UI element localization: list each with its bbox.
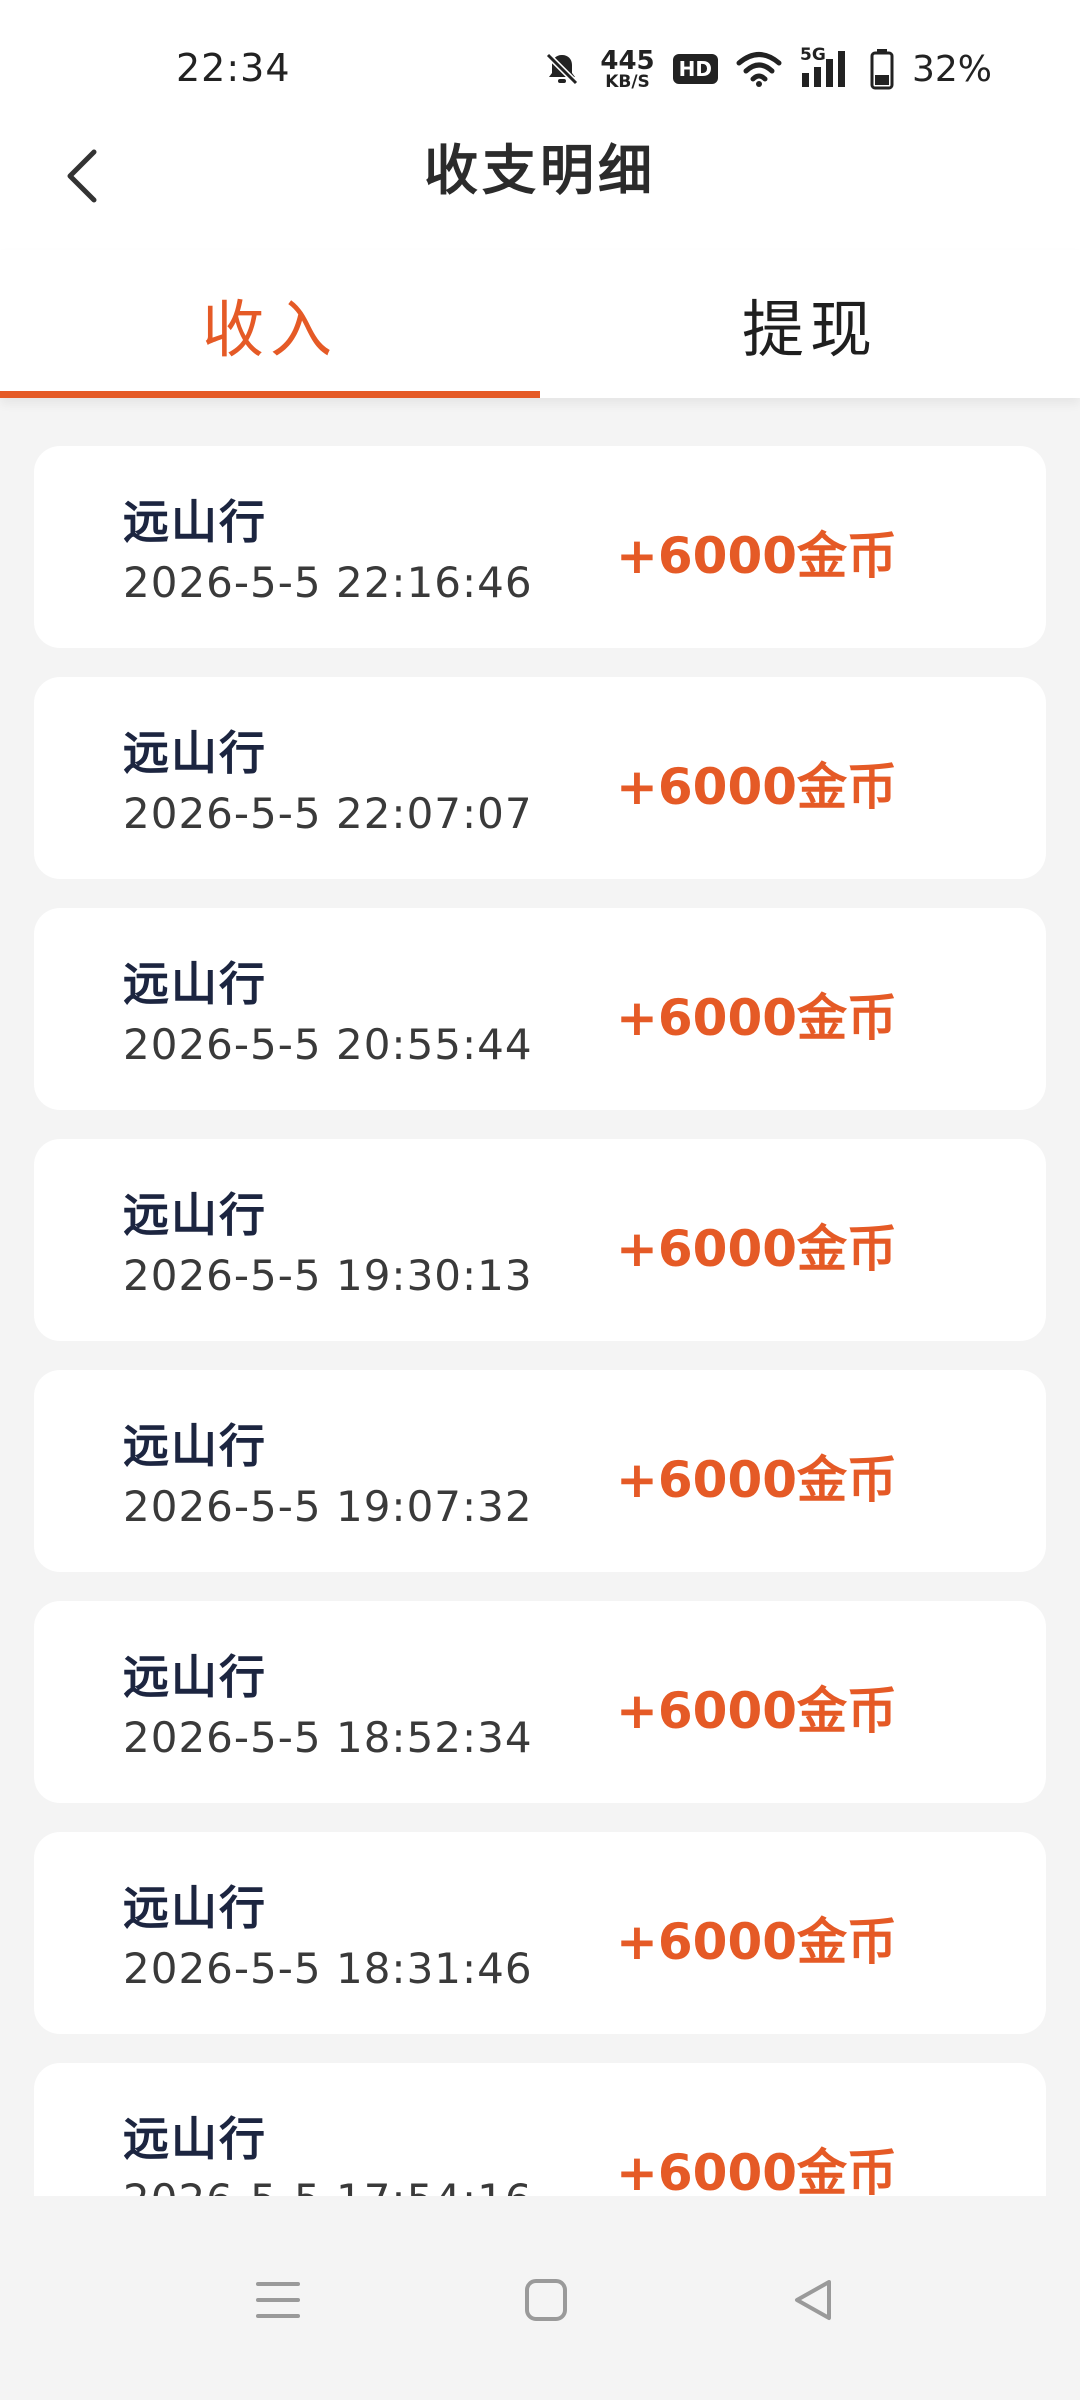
wifi-icon (736, 52, 782, 87)
list-item[interactable]: 远山行 2026-5-5 19:07:32 +6000金币 (34, 1370, 1046, 1572)
record-time: 2026-5-5 19:07:32 (123, 1482, 533, 1531)
record-name: 远山行 (123, 1188, 267, 1242)
list-item[interactable]: 远山行 2026-5-5 20:55:44 +6000金币 (34, 908, 1046, 1110)
record-time: 2026-5-5 17:54:16 (123, 2175, 533, 2196)
chevron-left-icon (67, 149, 97, 203)
back-triangle-icon (795, 2280, 831, 2320)
net-speed-unit: KB/S (605, 71, 650, 92)
record-amount: +6000金币 (616, 1682, 898, 1740)
list-item[interactable]: 远山行 2026-5-5 17:54:16 +6000金币 (34, 2063, 1046, 2196)
record-amount: +6000金币 (616, 527, 898, 585)
list-item[interactable]: 远山行 2026-5-5 22:07:07 +6000金币 (34, 677, 1046, 879)
home-square-icon (525, 2279, 567, 2321)
record-time: 2026-5-5 22:16:46 (123, 558, 533, 607)
list-item[interactable]: 远山行 2026-5-5 22:16:46 +6000金币 (34, 446, 1046, 648)
record-amount: +6000金币 (616, 1220, 898, 1278)
record-amount: +6000金币 (616, 1451, 898, 1509)
tab-bar: 收入 提现 (0, 250, 1080, 398)
home-button[interactable] (506, 2260, 586, 2340)
record-time: 2026-5-5 20:55:44 (123, 1020, 533, 1069)
battery-icon (870, 49, 894, 90)
record-time: 2026-5-5 18:52:34 (123, 1713, 533, 1762)
record-name: 远山行 (123, 1650, 267, 1704)
record-name: 远山行 (123, 957, 267, 1011)
app-header: 收支明细 (0, 130, 1080, 250)
record-name: 远山行 (123, 1419, 267, 1473)
hd-badge: HD (672, 54, 718, 84)
record-amount: +6000金币 (616, 989, 898, 1047)
record-name: 远山行 (123, 495, 267, 549)
record-amount: +6000金币 (616, 2144, 898, 2196)
list-item[interactable]: 远山行 2026-5-5 19:30:13 +6000金币 (34, 1139, 1046, 1341)
recent-apps-button[interactable] (238, 2260, 318, 2340)
record-name: 远山行 (123, 726, 267, 780)
record-amount: +6000金币 (616, 758, 898, 816)
list-item[interactable]: 远山行 2026-5-5 18:31:46 +6000金币 (34, 1832, 1046, 2034)
back-button[interactable] (52, 136, 112, 216)
status-time: 22:34 (176, 46, 291, 90)
record-time: 2026-5-5 19:30:13 (123, 1251, 533, 1300)
list-item[interactable]: 远山行 2026-5-5 18:52:34 +6000金币 (34, 1601, 1046, 1803)
signal-icon: 5G (800, 45, 852, 89)
record-time: 2026-5-5 22:07:07 (123, 789, 533, 838)
record-amount: +6000金币 (616, 1913, 898, 1971)
page-title: 收支明细 (424, 138, 656, 202)
battery-percent: 32% (911, 48, 992, 90)
back-nav-button[interactable] (772, 2260, 852, 2340)
records-list[interactable]: 远山行 2026-5-5 22:16:46 +6000金币 远山行 2026-5… (34, 446, 1046, 2196)
menu-icon (256, 2282, 300, 2318)
record-time: 2026-5-5 18:31:46 (123, 1944, 533, 1993)
tab-income[interactable]: 收入 (0, 250, 540, 398)
status-bar: 22:34 445 KB/S HD 5G 32% (0, 0, 1080, 130)
net-speed: 445 KB/S (600, 48, 654, 91)
status-icons: 445 KB/S HD 5G 32% (542, 44, 992, 94)
tab-withdraw[interactable]: 提现 (540, 250, 1080, 398)
system-nav-bar (0, 2196, 1080, 2400)
bell-off-icon (546, 52, 579, 86)
net-speed-value: 445 (600, 45, 655, 76)
record-name: 远山行 (123, 2112, 267, 2166)
record-name: 远山行 (123, 1881, 267, 1935)
